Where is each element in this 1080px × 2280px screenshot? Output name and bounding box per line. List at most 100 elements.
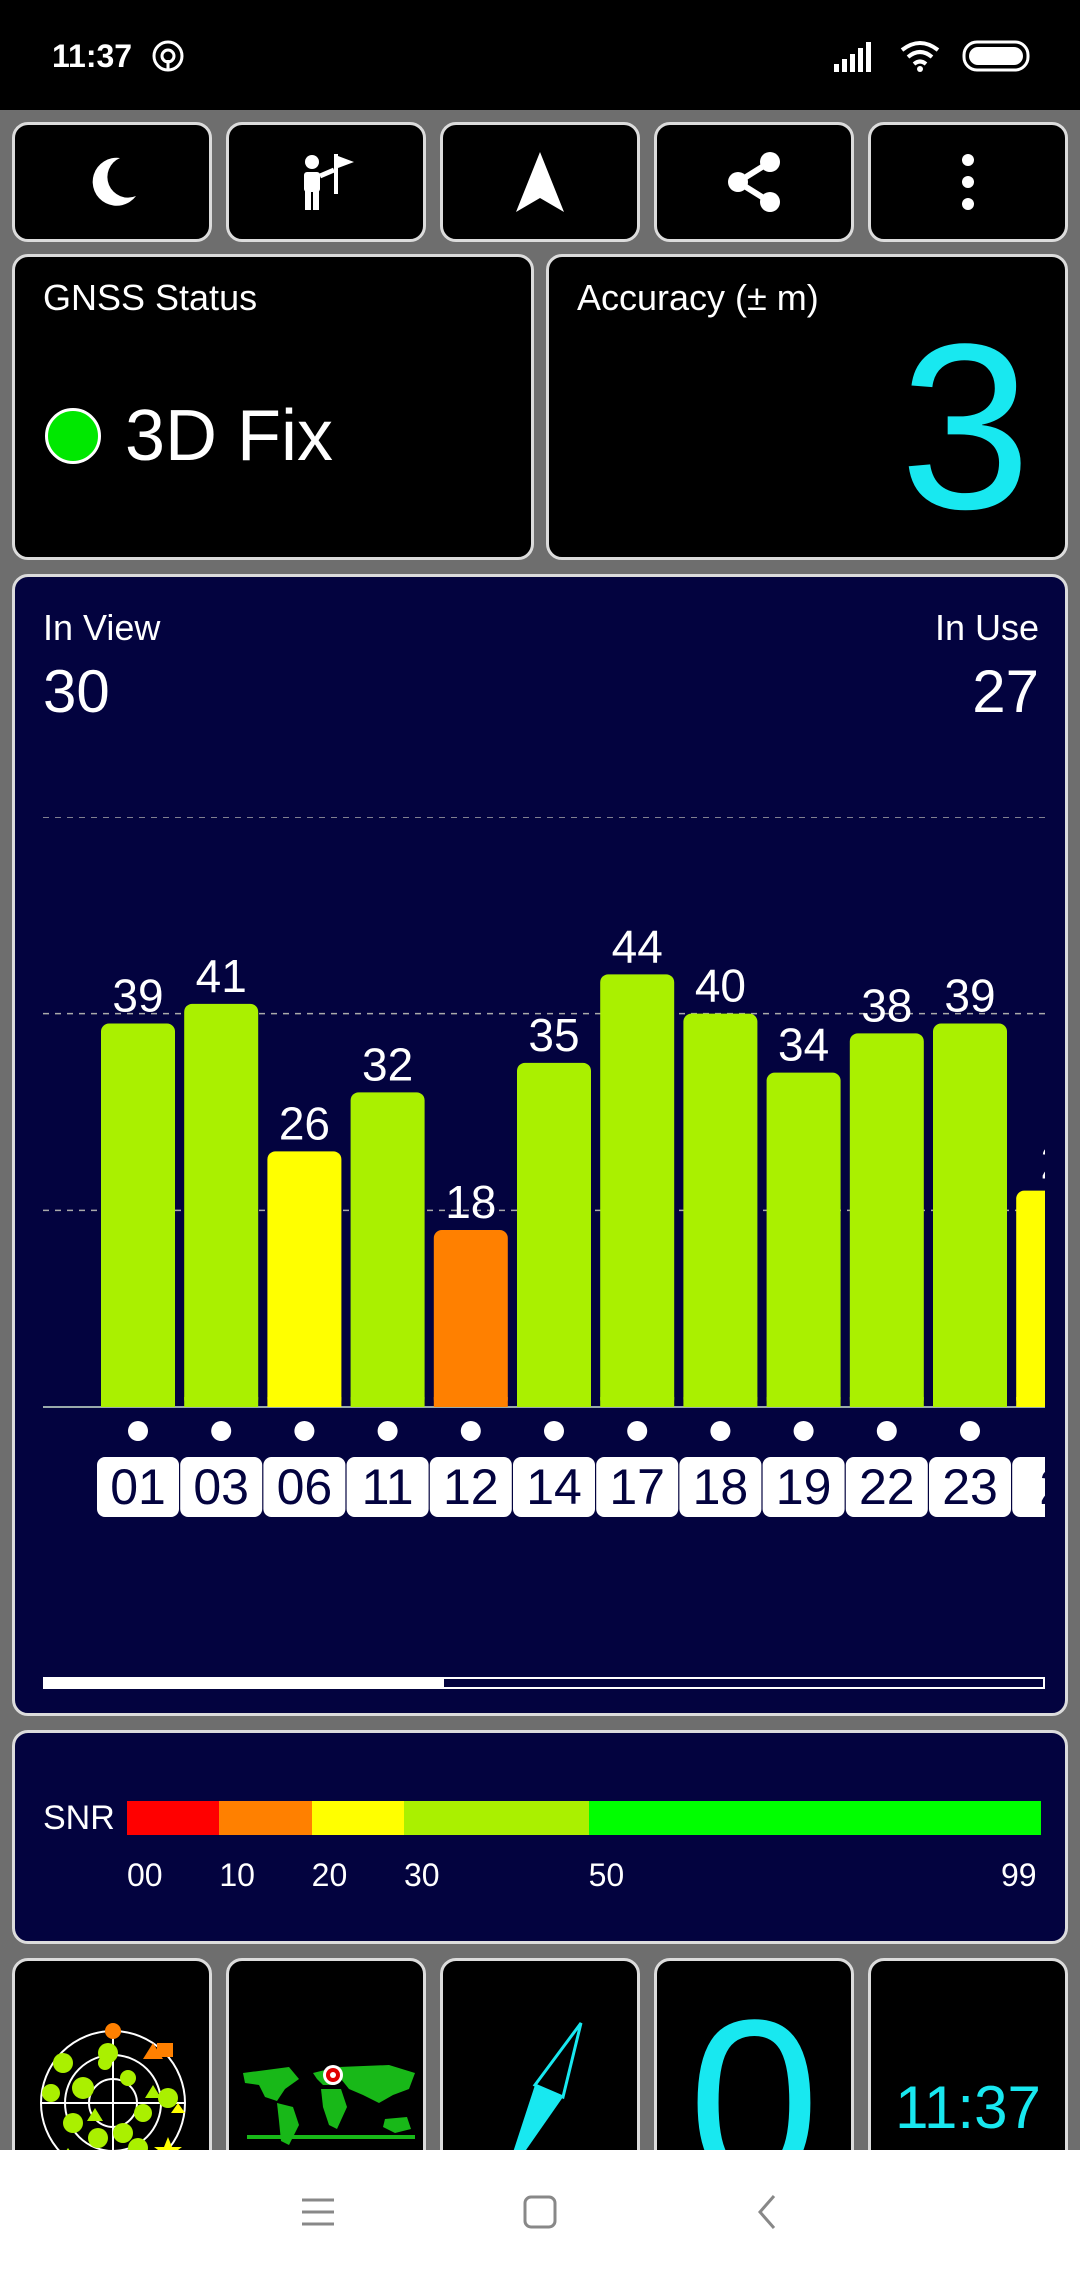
snr-bar-23[interactable] (933, 1023, 1007, 1408)
system-nav-bar (0, 2150, 1080, 2280)
snr-bar-base (184, 1397, 259, 1407)
battery-icon (962, 40, 1030, 72)
person-flag-icon (304, 154, 354, 210)
used-in-fix-dot (211, 1421, 232, 1441)
satellite-id-label: 18 (693, 1459, 749, 1515)
overflow-menu-icon (962, 154, 974, 210)
fix-indicator (45, 408, 101, 464)
used-in-fix-dot (627, 1421, 648, 1441)
satellite-id-label: 06 (277, 1459, 333, 1515)
navigation-arrow-icon (516, 152, 564, 212)
snr-bar-12[interactable] (433, 1230, 508, 1407)
satellite-id-label: 19 (776, 1459, 832, 1515)
snr-value-label: 41 (196, 950, 247, 1002)
snr-value-label: 35 (528, 1009, 579, 1061)
snr-bar-01[interactable] (101, 1023, 175, 1408)
snr-bar-base (600, 1397, 675, 1407)
snr-bar-base (1016, 1397, 1045, 1407)
chart-scrollbar[interactable] (43, 1677, 1045, 1689)
snr-bar-17[interactable] (600, 974, 675, 1407)
signal-icon (834, 42, 871, 72)
home-icon[interactable] (522, 2192, 558, 2232)
status-time: 11:37 (52, 38, 133, 74)
in-use-label: In Use (934, 607, 1039, 648)
snr-tick-label: 10 (219, 1857, 255, 1893)
snr-scale-segment (403, 1801, 589, 1835)
snr-bar-14[interactable] (517, 1062, 591, 1407)
used-in-fix-dot (793, 1421, 814, 1441)
used-in-fix-dot (876, 1421, 897, 1441)
snr-bar-11[interactable] (350, 1092, 425, 1407)
snr-bar-2[interactable] (1016, 1190, 1045, 1407)
hotspot-icon (152, 40, 184, 72)
used-in-fix-dot (960, 1421, 980, 1441)
used-in-fix-dot (294, 1421, 315, 1441)
snr-scale-segment (219, 1801, 312, 1835)
clock-value: 11:37 (895, 2074, 1041, 2141)
snr-scale-segment (588, 1801, 1041, 1835)
snr-value-label: 34 (778, 1019, 829, 1071)
snr-bar-18[interactable] (683, 1013, 758, 1407)
snr-value-label: 39 (944, 970, 995, 1022)
snr-bar-19[interactable] (766, 1072, 841, 1407)
snr-tick-label: 00 (127, 1857, 163, 1893)
fix-status: 3D Fix (45, 395, 333, 477)
in-view-value: 30 (43, 658, 110, 725)
satellite-id-label: 03 (193, 1459, 249, 1515)
snr-value-label: 32 (362, 1038, 413, 1090)
accuracy-panel[interactable]: Accuracy (± m) 3 (546, 254, 1068, 560)
in-view-label: In View (43, 607, 161, 648)
snr-color-scale (127, 1801, 1041, 1835)
snr-value-label: 18 (445, 1176, 496, 1228)
snr-tick-label: 99 (1001, 1857, 1037, 1893)
snr-value-label: 26 (279, 1097, 330, 1149)
snr-bar-06[interactable] (267, 1151, 342, 1407)
snr-bar-base (766, 1397, 841, 1407)
fix-value: 3D Fix (125, 396, 334, 476)
chart-scrollbar-thumb[interactable] (45, 1679, 445, 1687)
overflow-menu-button[interactable] (868, 122, 1068, 242)
snr-legend-panel: SNR 00 10 20 30 50 99 (12, 1730, 1068, 1944)
satellite-id-label: 11 (362, 1459, 414, 1515)
satellites-panel[interactable]: In View 30 In Use 27 39 01 41 03 26 06 32 11 18 1… (12, 574, 1068, 1716)
status-bar: 11:37 (0, 0, 1080, 110)
snr-legend-label: SNR (43, 1799, 115, 1837)
snr-value-label: 2 (1040, 1137, 1045, 1189)
night-mode-button[interactable] (12, 122, 212, 242)
share-button[interactable] (654, 122, 854, 242)
activity-button[interactable] (226, 122, 426, 242)
snr-bar-base (433, 1397, 508, 1407)
in-use-value: 27 (972, 658, 1039, 725)
moon-icon (92, 157, 136, 206)
snr-value-label: 40 (695, 960, 746, 1012)
satellite-id-label: 23 (942, 1459, 998, 1515)
snr-tick-label: 30 (403, 1857, 440, 1893)
snr-bar-base (933, 1397, 1007, 1407)
gnss-status-panel[interactable]: GNSS Status 3D Fix (12, 254, 534, 560)
snr-value-label: 38 (861, 979, 912, 1031)
used-in-fix-dot (377, 1421, 398, 1441)
satellite-id-label: 12 (443, 1459, 499, 1515)
snr-tick-label: 20 (311, 1857, 348, 1893)
share-icon (728, 152, 780, 212)
snr-bar-base (849, 1397, 924, 1407)
back-icon[interactable] (752, 2192, 782, 2232)
accuracy-label: Accuracy (± m) (577, 277, 819, 318)
satellite-id-label: 14 (526, 1459, 582, 1515)
used-in-fix-dot (544, 1421, 564, 1441)
snr-bar-chart[interactable]: 39 01 41 03 26 06 32 11 18 12 35 14 44 17 40 18 34 19 38 2 2… (43, 817, 1045, 1667)
gnss-status-label: GNSS Status (43, 277, 258, 318)
navigation-button[interactable] (440, 122, 640, 242)
snr-scale-segment (311, 1801, 404, 1835)
snr-value-label: 44 (612, 920, 663, 972)
satellite-id-label: 01 (110, 1459, 166, 1515)
used-in-fix-dot (128, 1421, 148, 1441)
snr-value-label: 39 (112, 970, 163, 1022)
snr-bar-03[interactable] (184, 1003, 259, 1407)
snr-tick-label: 50 (588, 1857, 625, 1893)
accuracy-value: 3 (899, 295, 1031, 559)
wifi-icon (900, 41, 940, 72)
snr-bar-22[interactable] (849, 1033, 924, 1407)
satellite-id-label: 17 (609, 1459, 665, 1515)
menu-icon[interactable] (300, 2192, 336, 2232)
